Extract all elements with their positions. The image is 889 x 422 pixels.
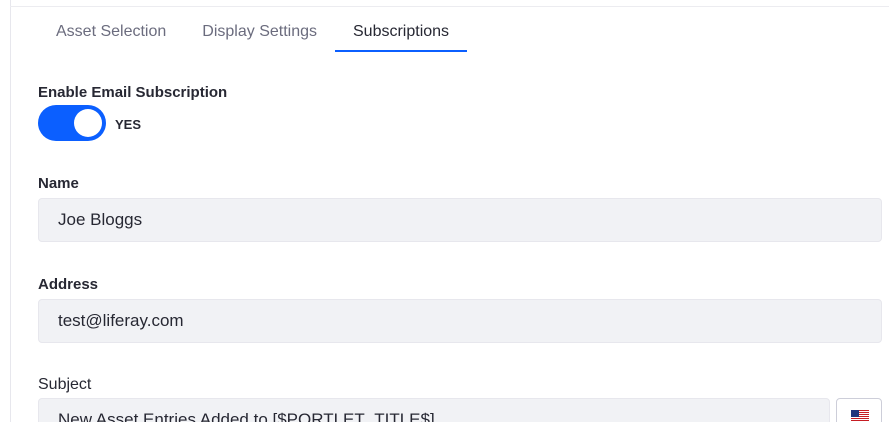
us-flag-icon	[851, 410, 869, 422]
left-divider	[10, 0, 11, 422]
top-divider	[10, 6, 889, 7]
subject-input[interactable]: New Asset Entries Added to [$PORTLET_TIT…	[38, 398, 830, 422]
settings-tabs: Asset Selection Display Settings Subscri…	[38, 14, 468, 54]
language-selector-button[interactable]	[836, 398, 882, 422]
address-label: Address	[38, 276, 99, 293]
tab-display-settings[interactable]: Display Settings	[184, 14, 335, 52]
name-label: Name	[38, 175, 79, 192]
subject-label: Subject	[38, 376, 92, 393]
name-input[interactable]: Joe Bloggs	[38, 198, 882, 242]
address-input[interactable]: test@liferay.com	[38, 299, 882, 343]
email-subscription-label: Enable Email Subscription	[38, 84, 228, 101]
toggle-knob	[74, 109, 102, 137]
email-subscription-toggle[interactable]	[38, 105, 106, 141]
subscription-settings-panel: Asset Selection Display Settings Subscri…	[0, 0, 889, 422]
tab-subscriptions[interactable]: Subscriptions	[335, 14, 468, 52]
tab-asset-selection[interactable]: Asset Selection	[38, 14, 184, 52]
email-subscription-state: YES	[115, 117, 142, 132]
